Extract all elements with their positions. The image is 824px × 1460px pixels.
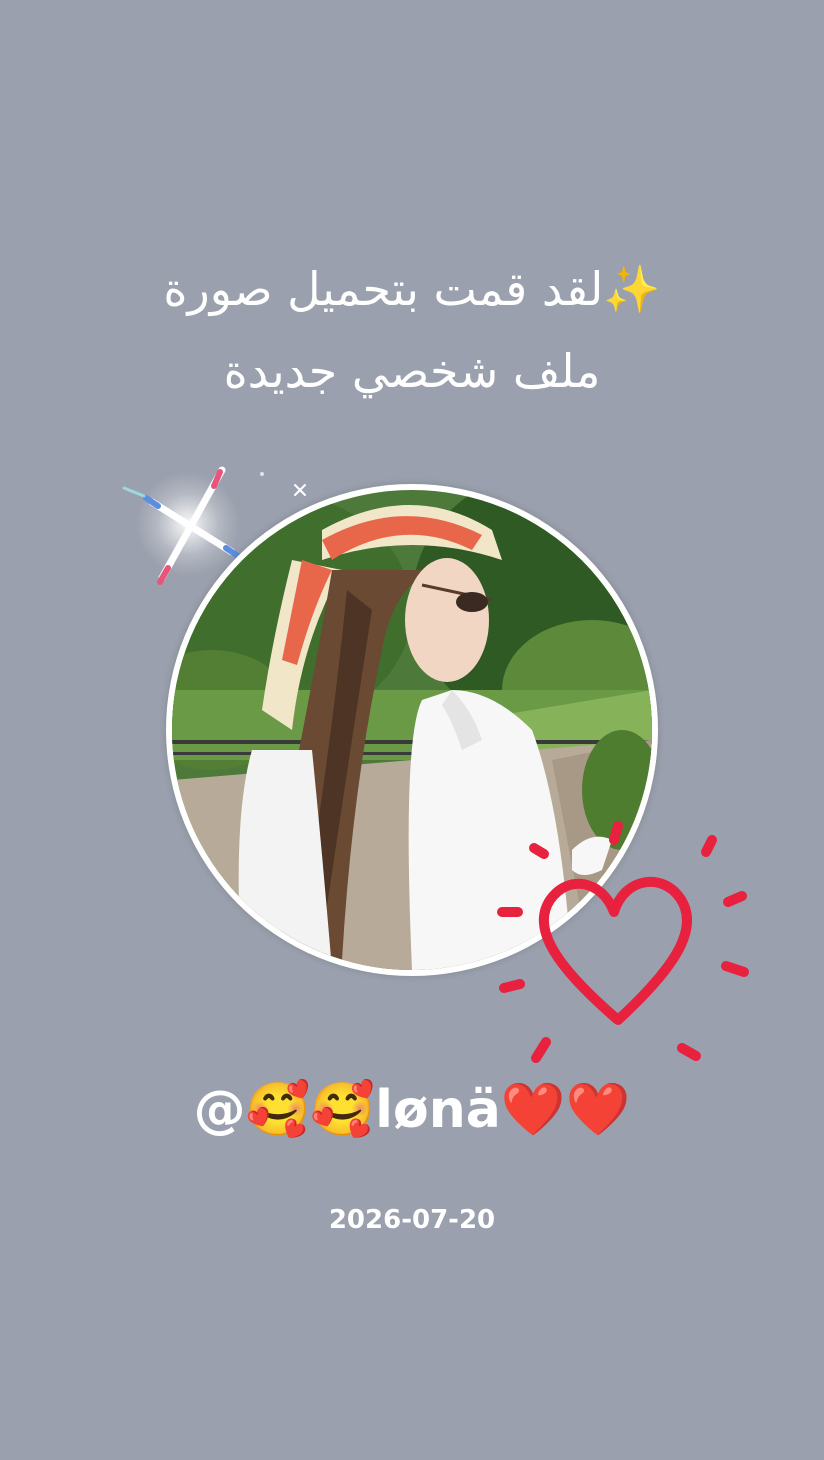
headline-line-1: ✨لقد قمت بتحميل صورة [163,262,661,316]
profile-username: @🥰🥰lønä❤️❤️ [193,1080,631,1140]
heart-doodle-icon [497,821,749,1063]
upload-date: 2026-07-20 [328,1205,496,1235]
announcement-headline: ✨لقد قمت بتحميل صورة ملف شخصي جديدة [60,248,764,412]
headline-line-2: ملف شخصي جديدة [223,344,601,398]
